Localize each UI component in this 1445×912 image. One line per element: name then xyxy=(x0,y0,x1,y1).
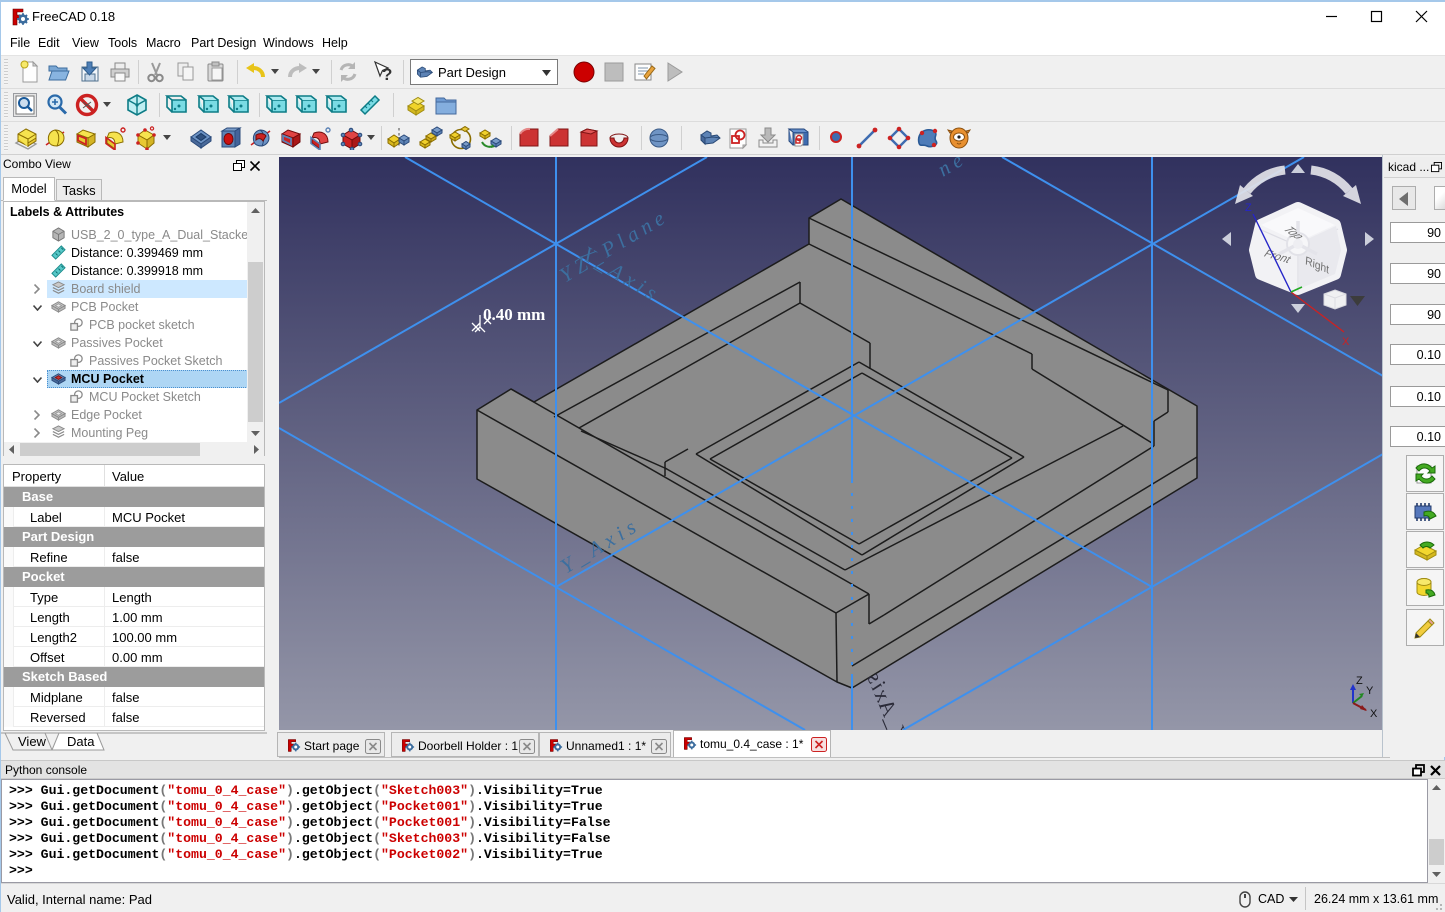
svg-text:X: X xyxy=(1370,708,1378,720)
svg-text:Z: Z xyxy=(1356,675,1363,687)
svg-text:Y: Y xyxy=(1366,685,1374,697)
svg-text:0.40 mm: 0.40 mm xyxy=(483,305,545,324)
svg-text:?: ? xyxy=(382,65,392,84)
svg-text:Z: Z xyxy=(1245,202,1252,214)
svg-text:View: View xyxy=(18,734,47,749)
svg-text:X: X xyxy=(1342,336,1350,348)
svg-text:Data: Data xyxy=(67,734,95,749)
